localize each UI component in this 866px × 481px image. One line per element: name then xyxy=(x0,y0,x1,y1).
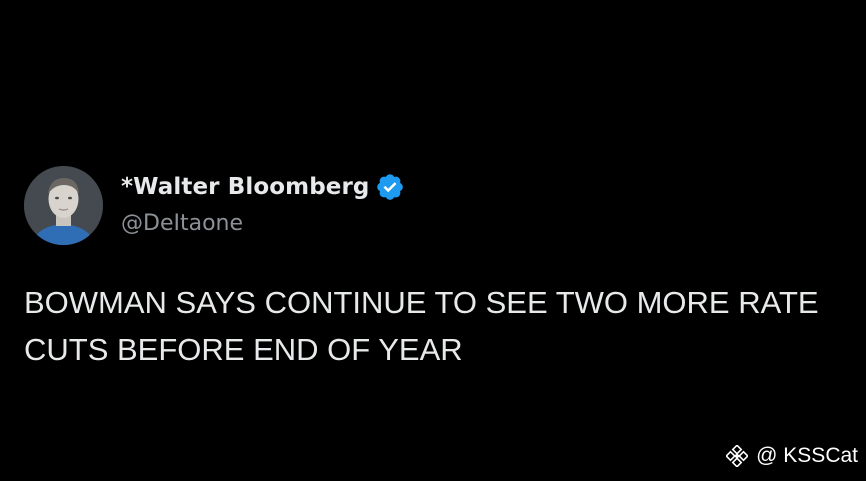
watermark-text: @ KSSCat xyxy=(756,444,858,467)
author-name-row[interactable]: *Walter Bloomberg xyxy=(121,170,405,204)
author-handle[interactable]: @DeItaone xyxy=(121,211,243,236)
tweet-text-line: BOWMAN SAYS CONTINUE TO SEE TWO MORE RAT… xyxy=(24,285,819,320)
binance-logo-icon xyxy=(725,444,750,468)
tweet-text-line: CUTS BEFORE END OF YEAR xyxy=(24,332,463,367)
watermark: @ KSSCat xyxy=(725,443,858,469)
author-avatar[interactable] xyxy=(24,166,103,245)
verified-badge-icon xyxy=(375,172,405,202)
avatar-photo-icon xyxy=(24,166,103,245)
author-display-name[interactable]: *Walter Bloomberg xyxy=(121,174,369,200)
tweet-card: *Walter Bloomberg @DeItaone BOWMAN SAYS … xyxy=(0,0,866,481)
tweet-text: BOWMAN SAYS CONTINUE TO SEE TWO MORE RAT… xyxy=(24,279,866,373)
